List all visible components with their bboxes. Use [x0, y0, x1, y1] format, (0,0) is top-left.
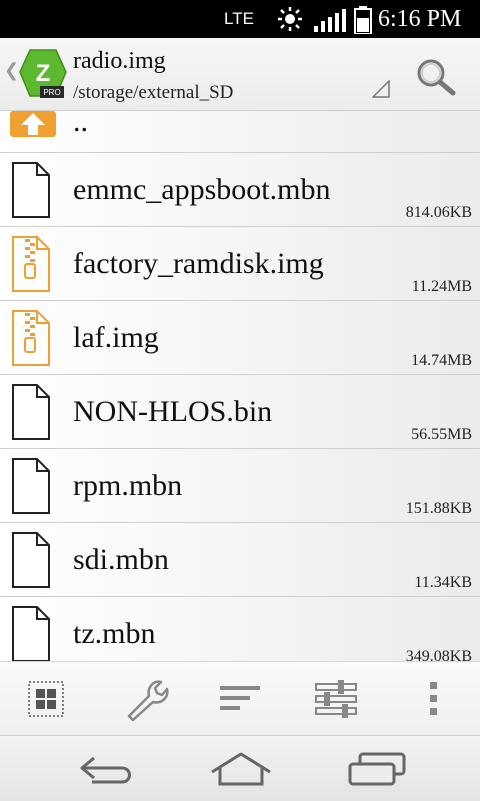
recent-apps-icon[interactable]: [342, 750, 412, 790]
file-size: 11.34KB: [414, 574, 472, 591]
file-size: 151.88KB: [405, 500, 472, 517]
app-logo-icon[interactable]: Z PRO: [18, 48, 68, 100]
status-bar: LTE 6:16 PM: [0, 0, 480, 38]
file-size: 11.24MB: [411, 278, 472, 295]
file-name: rpm.mbn: [73, 469, 183, 502]
archive-icon: [11, 235, 51, 298]
chevron-left-icon[interactable]: ❮: [4, 60, 19, 81]
file-row[interactable]: laf.img 14.74MB: [0, 301, 480, 375]
file-size: 14.74MB: [411, 352, 472, 369]
file-name: tz.mbn: [73, 617, 156, 650]
file-list: .. emmc_appsboot.mbn 814.06KB factory_ramd…: [0, 111, 480, 661]
file-row[interactable]: tz.mbn 349.08KB: [0, 597, 480, 661]
file-name: sdi.mbn: [73, 543, 169, 576]
battery-icon: [354, 6, 372, 34]
wrench-icon[interactable]: [119, 676, 169, 722]
grid-view-icon[interactable]: [21, 676, 71, 722]
document-icon: [11, 605, 51, 661]
equalizer-icon[interactable]: [312, 676, 362, 722]
overflow-menu-icon[interactable]: [408, 676, 458, 722]
file-size: 56.55MB: [411, 426, 472, 443]
file-name: factory_ramdisk.img: [73, 247, 324, 280]
network-type: LTE: [224, 9, 254, 28]
file-name: emmc_appsboot.mbn: [73, 173, 331, 206]
folder-path: /storage/external_SD: [73, 82, 234, 103]
back-icon[interactable]: [72, 750, 142, 790]
sort-icon[interactable]: [216, 676, 266, 722]
file-row[interactable]: factory_ramdisk.img 11.24MB: [0, 227, 480, 301]
navigation-bar: [0, 735, 480, 801]
dropdown-indicator-icon[interactable]: [372, 80, 390, 98]
document-icon: [11, 161, 51, 224]
search-icon[interactable]: [414, 56, 458, 100]
brightness-icon: [278, 7, 302, 31]
folder-title: radio.img: [73, 48, 166, 74]
svg-text:PRO: PRO: [43, 88, 60, 97]
archive-icon: [11, 309, 51, 372]
clock: 6:16 PM: [378, 6, 462, 32]
action-bar: ❮ Z PRO radio.img /storage/external_SD: [0, 38, 480, 111]
file-size: 814.06KB: [405, 204, 472, 221]
file-row[interactable]: NON-HLOS.bin 56.55MB: [0, 375, 480, 449]
signal-strength-icon: [314, 9, 346, 32]
file-row[interactable]: rpm.mbn 151.88KB: [0, 449, 480, 523]
file-name: laf.img: [73, 321, 159, 354]
parent-directory-row[interactable]: ..: [0, 111, 480, 153]
svg-text:Z: Z: [36, 60, 51, 87]
file-size: 349.08KB: [405, 648, 472, 661]
document-icon: [11, 383, 51, 446]
parent-directory-label: ..: [73, 111, 88, 138]
folder-up-icon: [10, 111, 56, 137]
file-row[interactable]: sdi.mbn 11.34KB: [0, 523, 480, 597]
bottom-toolbar: [0, 661, 480, 736]
document-icon: [11, 531, 51, 594]
home-icon[interactable]: [206, 750, 276, 790]
document-icon: [11, 457, 51, 520]
file-row[interactable]: emmc_appsboot.mbn 814.06KB: [0, 153, 480, 227]
file-name: NON-HLOS.bin: [73, 395, 273, 428]
